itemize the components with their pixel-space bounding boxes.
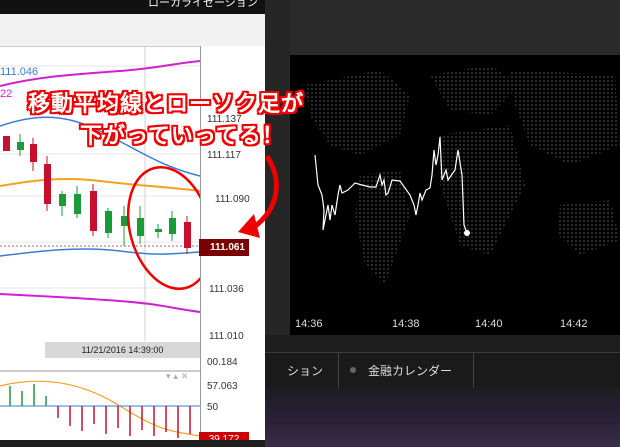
axis-spacer: [265, 335, 620, 352]
lower-band-line: [0, 293, 200, 313]
candle-bullish: [169, 218, 176, 234]
candle-bullish: [105, 211, 112, 233]
annotation-line-1: 移動平均線とローソク足が: [28, 92, 305, 117]
price-tick: 57.063: [207, 381, 238, 392]
map-header: [290, 0, 620, 55]
continent-asia: [510, 70, 620, 165]
candle-bearish: [90, 191, 97, 231]
price-tick: 50: [207, 402, 219, 413]
world-map-panel[interactable]: [290, 55, 620, 315]
world-map-graphic: [305, 65, 620, 285]
tab-financial-calendar[interactable]: 金融カレンダー: [368, 353, 452, 389]
ma-lower-line: [0, 248, 200, 257]
tab-positions[interactable]: ション: [287, 353, 323, 389]
continent-south-america: [355, 170, 410, 285]
price-tick: 111.010: [209, 331, 244, 342]
candle-bullish: [74, 194, 81, 214]
annotation-arrow-icon: [238, 155, 279, 238]
candle-bearish: [30, 144, 37, 162]
time-axis: 14:36 14:38 14:40 14:42: [290, 315, 620, 335]
trading-chart-panel[interactable]: ▾ ▴ ✕ 111.046 22 111.137 111.117 111.090…: [0, 0, 265, 440]
candle-bearish: [3, 136, 10, 151]
footer-gradient: [265, 388, 620, 447]
time-tick: 14:40: [475, 318, 503, 330]
annotation-line-2: 下がっていってる！: [80, 124, 285, 149]
legend-num: 22: [0, 88, 13, 100]
time-tick: 14:38: [392, 318, 420, 330]
candles: [3, 134, 191, 254]
tab-divider: [338, 353, 339, 389]
continent-north-america: [305, 70, 410, 155]
legend-price: 111.046: [0, 66, 39, 78]
candle-bearish: [44, 164, 51, 204]
radio-dot-icon: [350, 367, 356, 373]
candle-bearish: [184, 222, 191, 248]
continent-europe: [430, 65, 520, 115]
bottom-tab-bar: ション 金融カレンダー: [265, 352, 620, 390]
chevron-down-icon: ▾ ▴ ✕: [166, 372, 188, 382]
time-tick: 14:36: [295, 318, 323, 330]
header-label: ローカライゼーション: [148, 0, 258, 9]
crosshair-timestamp: 11/21/2016 14:39:00: [45, 342, 200, 358]
candle-bullish: [137, 218, 144, 236]
continent-australia: [558, 200, 620, 255]
ma-slow-line: [0, 177, 200, 192]
chart-toolbar: [0, 14, 265, 47]
candle-bullish: [155, 229, 162, 232]
candle-bullish: [59, 194, 66, 206]
time-tick: 14:42: [560, 318, 588, 330]
candle-bullish: [17, 142, 24, 150]
tab-divider: [473, 353, 474, 389]
continent-africa: [440, 125, 525, 255]
price-tick: 111.036: [209, 284, 244, 295]
price-line-endpoint: [464, 230, 470, 236]
indicator-value-badge: 39.172: [199, 432, 249, 440]
price-tick-clipped: 00.184: [207, 357, 238, 368]
